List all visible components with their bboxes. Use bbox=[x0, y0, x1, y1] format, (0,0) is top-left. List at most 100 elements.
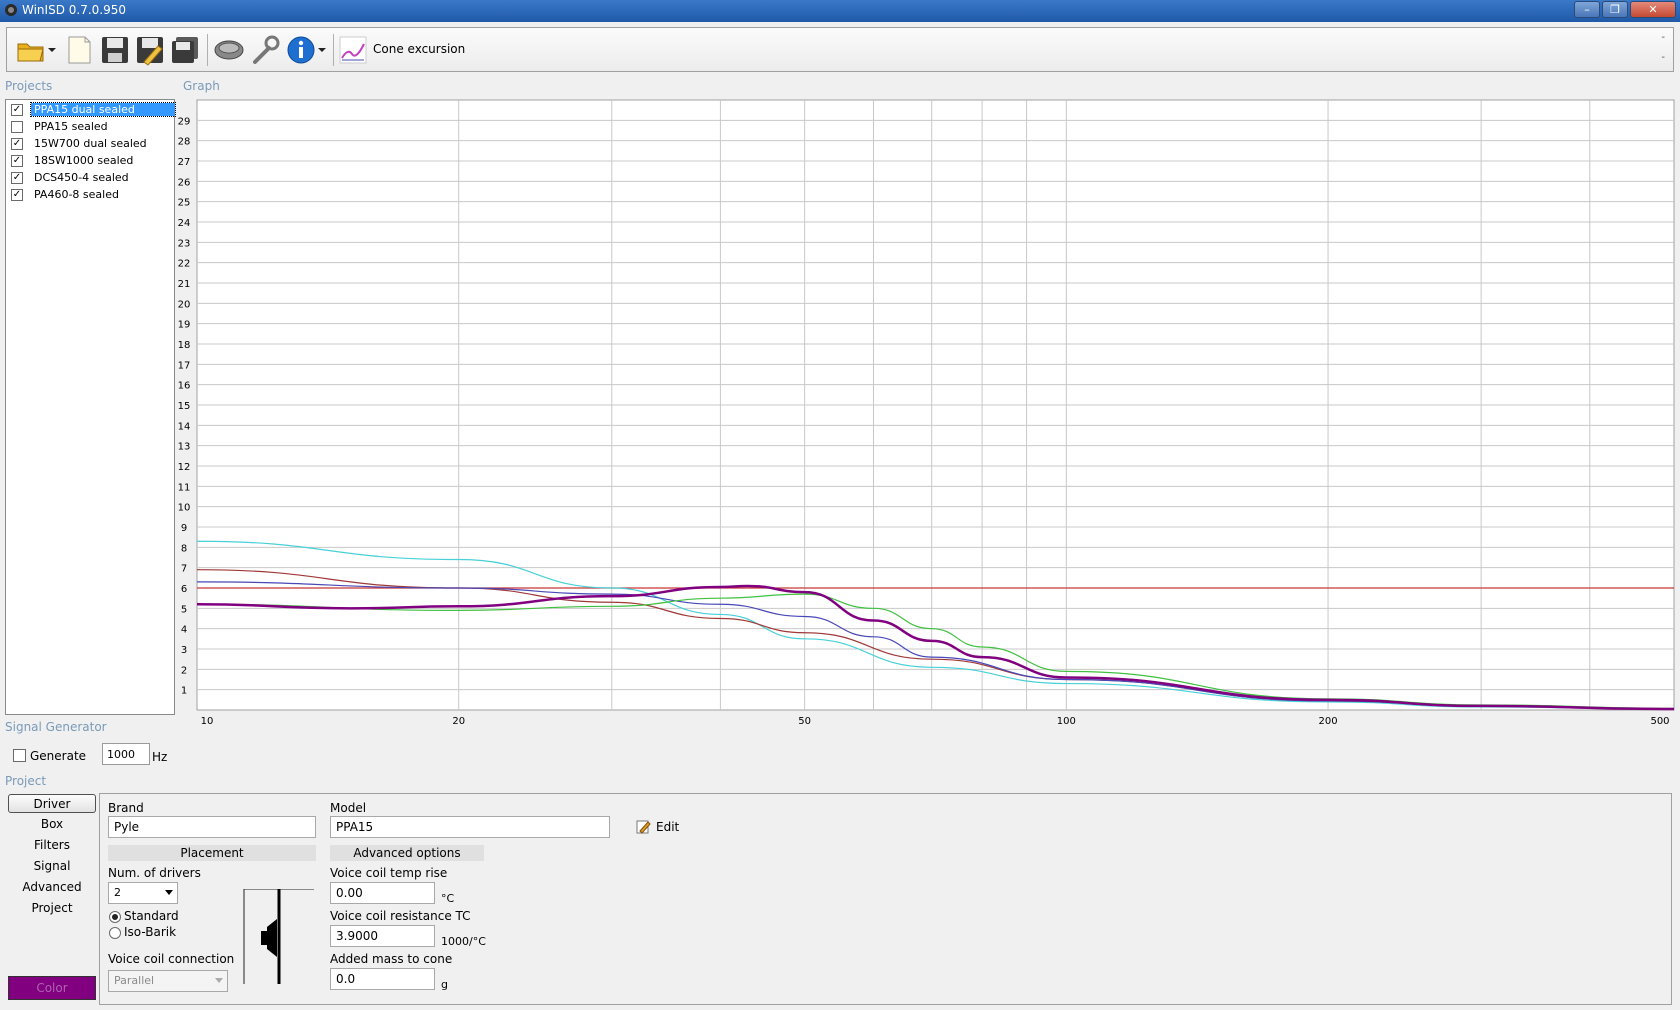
added-mass-input[interactable] bbox=[330, 968, 435, 990]
driver-icon[interactable] bbox=[213, 34, 245, 66]
project-item[interactable]: ✓ 15W700 dual sealed bbox=[9, 136, 173, 152]
generate-label: Generate bbox=[30, 749, 87, 763]
project-label[interactable]: PPA15 sealed bbox=[31, 120, 111, 133]
project-checkbox[interactable]: ✓ bbox=[11, 104, 23, 116]
tab-project[interactable]: Project bbox=[8, 899, 96, 918]
project-checkbox[interactable]: ✓ bbox=[11, 189, 23, 201]
save-as-icon[interactable] bbox=[134, 34, 166, 66]
new-project-icon[interactable] bbox=[63, 34, 95, 66]
num-drivers-value: 2 bbox=[114, 886, 121, 899]
save-all-icon[interactable] bbox=[169, 34, 201, 66]
project-label[interactable]: PA460-8 sealed bbox=[31, 188, 122, 201]
project-item[interactable]: ✓ DCS450-4 sealed bbox=[9, 170, 173, 186]
project-checkbox[interactable] bbox=[11, 121, 23, 133]
y-tick-label: 7 bbox=[181, 564, 187, 575]
chevron-down-icon bbox=[215, 978, 223, 983]
project-checkbox[interactable]: ✓ bbox=[11, 172, 23, 184]
restore-icon: ❐ bbox=[1610, 3, 1620, 16]
tab-driver[interactable]: Driver bbox=[8, 794, 96, 813]
brand-input[interactable] bbox=[108, 816, 316, 838]
x-tick-label: 10 bbox=[201, 716, 214, 727]
x-tick-label: 100 bbox=[1057, 716, 1076, 727]
restore-button[interactable]: ❐ bbox=[1602, 1, 1628, 18]
project-checkbox[interactable]: ✓ bbox=[11, 138, 23, 150]
standard-radio[interactable] bbox=[109, 911, 121, 923]
y-tick-label: 10 bbox=[178, 503, 191, 514]
close-icon: ✕ bbox=[1648, 3, 1658, 16]
project-item[interactable]: PPA15 sealed bbox=[9, 119, 173, 135]
model-label: Model bbox=[330, 801, 367, 815]
vc-res-label: Voice coil resistance TC bbox=[330, 909, 471, 923]
graph-heading: Graph bbox=[183, 79, 220, 93]
tab-advanced[interactable]: Advanced bbox=[8, 878, 96, 897]
save-icon[interactable] bbox=[99, 34, 131, 66]
project-item[interactable]: ✓ PA460-8 sealed bbox=[9, 187, 173, 203]
chevron-down-icon bbox=[165, 890, 173, 895]
color-button[interactable]: Color bbox=[8, 976, 96, 1000]
driver-placement-diagram bbox=[243, 889, 314, 984]
edit-icon[interactable] bbox=[636, 819, 651, 834]
toolbar: Cone excursion - - bbox=[6, 27, 1674, 72]
close-button[interactable]: ✕ bbox=[1630, 1, 1676, 18]
chevron-down-icon[interactable] bbox=[48, 46, 56, 54]
tab-filters[interactable]: Filters bbox=[8, 836, 96, 855]
x-tick-label: 500 bbox=[1650, 716, 1669, 727]
y-tick-label: 18 bbox=[178, 340, 191, 351]
y-tick-label: 6 bbox=[181, 584, 187, 595]
open-folder-icon[interactable] bbox=[15, 34, 47, 66]
y-tick-label: 21 bbox=[178, 279, 191, 290]
chevron-down-icon[interactable] bbox=[318, 46, 326, 54]
view-label[interactable]: Cone excursion bbox=[373, 42, 465, 56]
toolbar-separator bbox=[333, 34, 334, 66]
num-drivers-select[interactable]: 2 bbox=[108, 882, 178, 904]
project-item[interactable]: ✓ 18SW1000 sealed bbox=[9, 153, 173, 169]
y-tick-label: 23 bbox=[178, 238, 191, 249]
advanced-options-group: Advanced options bbox=[330, 845, 484, 861]
project-label[interactable]: 18SW1000 sealed bbox=[31, 154, 136, 167]
project-label[interactable]: DCS450-4 sealed bbox=[31, 171, 132, 184]
wrench-icon[interactable] bbox=[249, 34, 281, 66]
y-tick-label: 19 bbox=[178, 320, 191, 331]
num-drivers-label: Num. of drivers bbox=[108, 866, 201, 880]
project-heading: Project bbox=[5, 774, 47, 788]
cone-excursion-graph[interactable]: 1234567891011121314151617181920212223242… bbox=[176, 98, 1676, 762]
project-label[interactable]: 15W700 dual sealed bbox=[31, 137, 150, 150]
edit-button[interactable]: Edit bbox=[656, 820, 679, 834]
projects-heading: Projects bbox=[5, 79, 53, 93]
isobarik-radio[interactable] bbox=[109, 927, 121, 939]
project-checkbox[interactable]: ✓ bbox=[11, 155, 23, 167]
y-tick-label: 4 bbox=[181, 625, 187, 636]
vc-res-input[interactable] bbox=[330, 925, 435, 947]
vc-temp-input[interactable] bbox=[330, 882, 435, 904]
y-tick-label: 11 bbox=[178, 482, 191, 493]
project-item[interactable]: ✓ PPA15 dual sealed bbox=[9, 102, 176, 118]
info-icon[interactable] bbox=[285, 34, 317, 66]
cone-excursion-chart-icon[interactable] bbox=[339, 36, 367, 64]
y-tick-label: 14 bbox=[178, 421, 191, 432]
voice-coil-connection-value: Parallel bbox=[114, 974, 155, 987]
y-tick-label: 25 bbox=[178, 198, 191, 209]
y-tick-label: 24 bbox=[178, 218, 191, 229]
frequency-unit: Hz bbox=[152, 750, 168, 764]
vc-temp-label: Voice coil temp rise bbox=[330, 866, 448, 880]
minimize-button[interactable]: – bbox=[1574, 1, 1600, 18]
y-tick-label: 17 bbox=[178, 360, 191, 371]
window-title: WinISD 0.7.0.950 bbox=[22, 3, 127, 17]
y-tick-label: 20 bbox=[178, 299, 191, 310]
model-input[interactable] bbox=[330, 816, 610, 838]
project-label[interactable]: PPA15 dual sealed bbox=[30, 102, 176, 117]
voice-coil-connection-select[interactable]: Parallel bbox=[108, 970, 228, 992]
generate-checkbox[interactable] bbox=[13, 749, 26, 762]
x-tick-label: 50 bbox=[798, 716, 811, 727]
driver-panel: Brand Model Edit Placement Advanced opti… bbox=[99, 793, 1672, 1005]
title-bar: WinISD 0.7.0.950 – ❐ ✕ bbox=[0, 0, 1680, 22]
placement-group: Placement bbox=[108, 845, 316, 861]
y-tick-label: 1 bbox=[181, 686, 187, 697]
frequency-input[interactable] bbox=[102, 743, 150, 765]
project-list[interactable]: ✓ PPA15 dual sealed PPA15 sealed ✓ 15W70… bbox=[5, 99, 176, 715]
tab-box[interactable]: Box bbox=[8, 815, 96, 834]
y-tick-label: 3 bbox=[181, 645, 187, 656]
vc-res-unit: 1000/°C bbox=[441, 935, 486, 948]
toolbar-overflow-marker: - bbox=[1661, 32, 1665, 43]
tab-signal[interactable]: Signal bbox=[8, 857, 96, 876]
